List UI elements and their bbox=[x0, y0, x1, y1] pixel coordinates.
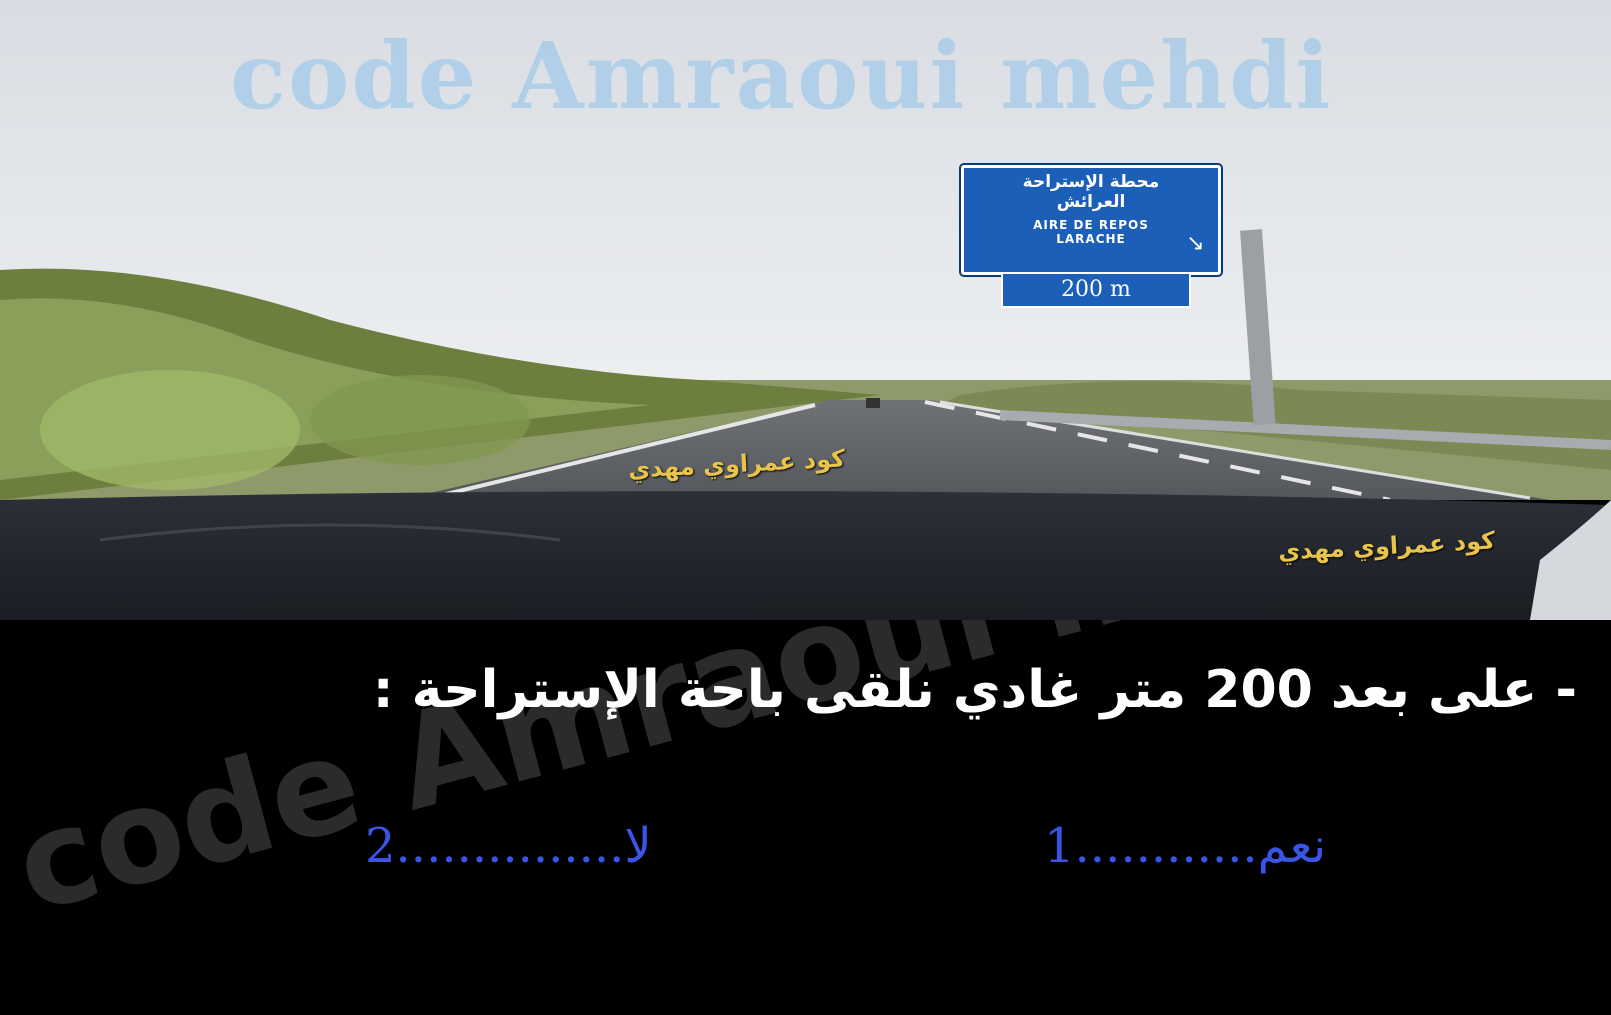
question-text: - على بعد 200 متر غادي نلقى باحة الإسترا… bbox=[372, 660, 1577, 720]
sign-french-line1: AIRE DE REPOS bbox=[1033, 218, 1149, 232]
video-frame: code Amraoui mehdi محطة الإستراحة العرائ… bbox=[0, 0, 1611, 1015]
watermark-title: code Amraoui mehdi bbox=[230, 22, 1333, 130]
rest-area-sign: محطة الإستراحة العرائش AIRE DE REPOS LAR… bbox=[961, 165, 1221, 275]
option-yes[interactable]: نعم............1 bbox=[1044, 818, 1326, 874]
distance-plate: 200 m bbox=[1001, 272, 1191, 308]
sign-arabic-line2: العرائش bbox=[1056, 192, 1126, 212]
sign-arabic-line1: محطة الإستراحة bbox=[1022, 172, 1160, 192]
option-no[interactable]: لا...............2 bbox=[365, 818, 652, 874]
road-scene: code Amraoui mehdi محطة الإستراحة العرائ… bbox=[0, 0, 1611, 620]
question-panel: code Amraoui mehdi - على بعد 200 متر غاد… bbox=[0, 620, 1611, 1015]
